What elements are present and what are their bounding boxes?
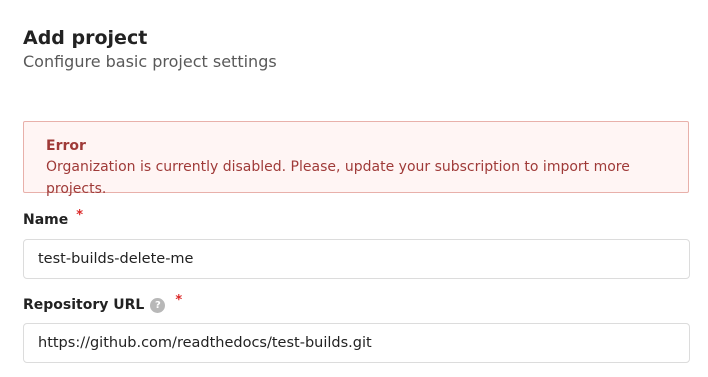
name-input[interactable] <box>23 239 690 279</box>
repository-url-label-text: Repository URL <box>23 297 145 313</box>
required-mark: * <box>76 207 84 223</box>
required-mark: * <box>175 292 183 308</box>
name-label-text: Name <box>23 212 69 228</box>
page-title: Add project <box>23 27 148 49</box>
repository-url-field-label: Repository URL ? * <box>23 293 182 314</box>
error-message: Organization is currently disabled. Plea… <box>46 159 630 197</box>
error-message-box: Error Organization is currently disabled… <box>23 121 689 197</box>
error-title: Error <box>46 138 86 154</box>
add-project-page: Add project Configure basic project sett… <box>23 25 691 363</box>
name-field-label: Name * <box>23 208 83 229</box>
page-subtitle: Configure basic project settings <box>23 52 277 71</box>
help-icon[interactable]: ? <box>150 297 166 313</box>
repository-url-input[interactable] <box>23 323 690 363</box>
